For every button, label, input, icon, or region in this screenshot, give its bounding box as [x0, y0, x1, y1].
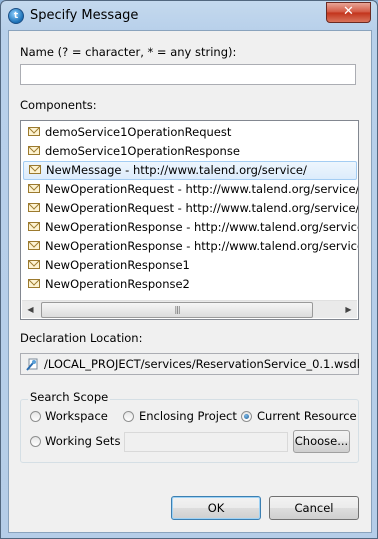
list-item[interactable]: NewOperationResponse - http://www.talend…: [23, 218, 359, 237]
title-bar[interactable]: t Specify Message ✕: [1, 1, 377, 31]
message-envelope-icon: [28, 127, 40, 136]
cancel-button[interactable]: Cancel: [269, 496, 359, 520]
name-field-label: Name (? = character, * = any string):: [20, 45, 237, 59]
message-envelope-icon: [28, 184, 40, 193]
list-item-label: demoService1OperationResponse: [45, 144, 240, 158]
message-envelope-icon: [28, 279, 40, 288]
wsdl-file-icon: [26, 358, 38, 371]
list-item[interactable]: demoService1OperationRequest: [23, 123, 357, 142]
list-item-label: demoService1OperationRequest: [45, 125, 232, 139]
list-item-selected[interactable]: NewMessage - http://www.talend.org/servi…: [23, 161, 357, 180]
choose-button[interactable]: Choose...: [293, 430, 350, 453]
current-resource-radio[interactable]: [241, 411, 252, 422]
list-item-label: NewOperationResponse1: [45, 258, 190, 272]
scroll-right-icon[interactable]: ▶: [340, 301, 357, 318]
list-item-label: NewOperationResponse - http://www.talend…: [45, 239, 359, 253]
working-sets-field: [124, 432, 288, 452]
components-label: Components:: [20, 98, 97, 112]
ok-button[interactable]: OK: [171, 496, 261, 520]
message-envelope-icon: [28, 260, 40, 269]
horizontal-scrollbar[interactable]: ◀ ||| ▶: [22, 300, 357, 318]
list-item-label: NewOperationResponse - http://www.talend…: [45, 220, 359, 234]
dialog-window: t Specify Message ✕ Name (? = character,…: [0, 0, 378, 539]
list-item-label: NewOperationRequest - http://www.talend.…: [45, 201, 359, 215]
list-item-label: NewOperationRequest - http://www.talend.…: [45, 182, 359, 196]
workspace-label[interactable]: Workspace: [45, 409, 108, 423]
scrollbar-thumb[interactable]: |||: [41, 302, 313, 318]
close-button[interactable]: ✕: [326, 2, 371, 23]
search-scope-title: Search Scope: [28, 390, 111, 404]
dialog-body: Name (? = character, * = any string): Co…: [8, 30, 372, 533]
message-envelope-icon: [28, 241, 40, 250]
list-item[interactable]: NewOperationRequest - http://www.talend.…: [23, 180, 359, 199]
declaration-location-field: /LOCAL_PROJECT/services/ReservationServi…: [20, 353, 360, 375]
talend-app-icon: t: [8, 8, 24, 24]
current-resource-label[interactable]: Current Resource: [257, 409, 357, 423]
workspace-radio[interactable]: [30, 411, 41, 422]
list-item[interactable]: NewOperationResponse2: [23, 275, 357, 294]
components-list[interactable]: demoService1OperationRequest demoService…: [20, 120, 359, 320]
message-envelope-icon: [28, 146, 40, 155]
message-envelope-icon: [28, 222, 40, 231]
declaration-location-label: Declaration Location:: [20, 331, 143, 345]
list-item[interactable]: NewOperationRequest - http://www.talend.…: [23, 199, 359, 218]
message-envelope-icon: [28, 203, 40, 212]
list-item-label: NewMessage - http://www.talend.org/servi…: [46, 163, 307, 177]
list-item[interactable]: NewOperationResponse - http://www.talend…: [23, 237, 359, 256]
scroll-left-icon[interactable]: ◀: [22, 301, 39, 318]
enclosing-project-radio[interactable]: [123, 411, 134, 422]
list-item[interactable]: demoService1OperationResponse: [23, 142, 357, 161]
window-title: Specify Message: [30, 8, 139, 23]
working-sets-label[interactable]: Working Sets: [45, 434, 120, 448]
list-item-label: NewOperationResponse2: [45, 277, 190, 291]
message-envelope-icon: [29, 165, 41, 174]
list-item[interactable]: NewOperationResponse1: [23, 256, 357, 275]
name-input[interactable]: [20, 64, 356, 85]
working-sets-radio[interactable]: [30, 436, 41, 447]
enclosing-project-label[interactable]: Enclosing Project: [139, 409, 237, 423]
declaration-location-value: /LOCAL_PROJECT/services/ReservationServi…: [44, 357, 360, 371]
